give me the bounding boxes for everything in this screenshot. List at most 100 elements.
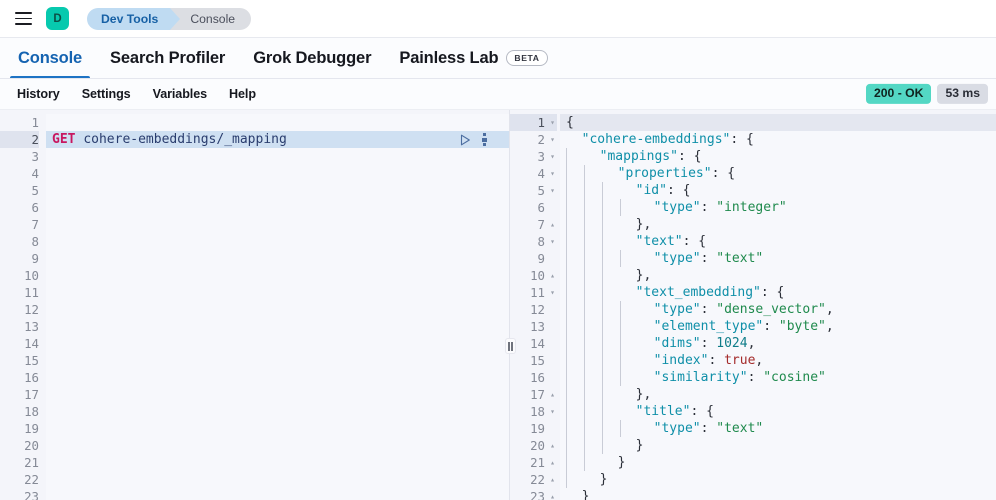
request-code-line[interactable] bbox=[46, 182, 509, 199]
response-code-line[interactable]: "cohere-embeddings": { bbox=[560, 131, 996, 148]
response-editor-pane[interactable]: 1 ▾ 2 ▾ 3 ▾ 4 ▾ 5 ▾ 6 7 ▴ 8 ▾ 9 10 ▴ 11 ▾ 12 13 14 15 16 17 ▴ 18 ▾ 19… bbox=[510, 110, 996, 500]
request-line-number: 1 bbox=[31, 115, 39, 130]
space-avatar[interactable]: D bbox=[46, 7, 69, 30]
response-code-line[interactable]: } bbox=[560, 437, 996, 454]
response-code-line[interactable]: "text_embedding": { bbox=[560, 284, 996, 301]
toolbar-item-variables[interactable]: Variables bbox=[142, 87, 218, 101]
response-code-line[interactable]: "index": true, bbox=[560, 352, 996, 369]
request-code-line[interactable] bbox=[46, 335, 509, 352]
request-code-line[interactable] bbox=[46, 403, 509, 420]
indent-guide bbox=[584, 454, 602, 471]
fold-open-icon[interactable]: ▾ bbox=[548, 182, 555, 199]
pane-resize-grip[interactable] bbox=[505, 338, 516, 354]
response-code-line[interactable]: "type": "text" bbox=[560, 250, 996, 267]
play-icon[interactable] bbox=[460, 134, 471, 146]
request-line-number: 21 bbox=[24, 455, 39, 470]
indent-guide bbox=[620, 352, 638, 369]
indent-guide bbox=[584, 182, 602, 199]
fold-close-icon[interactable]: ▴ bbox=[548, 437, 555, 454]
request-code-line[interactable] bbox=[46, 250, 509, 267]
fold-close-icon[interactable]: ▴ bbox=[548, 454, 555, 471]
indent-guide bbox=[584, 420, 602, 437]
indent-guide bbox=[602, 403, 620, 420]
response-code-line[interactable]: "mappings": { bbox=[560, 148, 996, 165]
request-code-line[interactable] bbox=[46, 148, 509, 165]
request-code-line[interactable] bbox=[46, 199, 509, 216]
request-code-line[interactable] bbox=[46, 488, 509, 500]
request-code-line[interactable] bbox=[46, 386, 509, 403]
response-line-number: 12 bbox=[530, 302, 545, 317]
response-code-line[interactable]: "type": "text" bbox=[560, 420, 996, 437]
response-code-line[interactable]: "type": "dense_vector", bbox=[560, 301, 996, 318]
request-code-line[interactable]: GET cohere-embeddings/_mapping bbox=[46, 131, 509, 148]
fold-close-icon[interactable]: ▴ bbox=[548, 471, 555, 488]
request-code-line[interactable] bbox=[46, 233, 509, 250]
request-code-line[interactable] bbox=[46, 369, 509, 386]
response-code-line[interactable]: "text": { bbox=[560, 233, 996, 250]
indent-guide bbox=[584, 352, 602, 369]
response-code-line[interactable]: } bbox=[560, 488, 996, 500]
indent-guide bbox=[620, 369, 638, 386]
tab-console[interactable]: Console bbox=[4, 38, 96, 78]
response-code-line[interactable]: "title": { bbox=[560, 403, 996, 420]
request-code-line[interactable] bbox=[46, 352, 509, 369]
response-code-line[interactable]: } bbox=[560, 471, 996, 488]
tab-grok-debugger[interactable]: Grok Debugger bbox=[239, 38, 385, 78]
request-code-line[interactable] bbox=[46, 437, 509, 454]
request-code-line[interactable] bbox=[46, 454, 509, 471]
fold-close-icon[interactable]: ▴ bbox=[548, 386, 555, 403]
line-actions-menu-icon[interactable] bbox=[482, 133, 487, 146]
response-line-number: 16 bbox=[530, 370, 545, 385]
response-code-line[interactable]: { bbox=[560, 114, 996, 131]
response-code-line[interactable]: }, bbox=[560, 216, 996, 233]
response-code-line[interactable]: }, bbox=[560, 386, 996, 403]
response-code-line[interactable]: }, bbox=[560, 267, 996, 284]
pane-resize-handle[interactable] bbox=[503, 110, 517, 500]
toolbar-item-help[interactable]: Help bbox=[218, 87, 267, 101]
request-code-line[interactable] bbox=[46, 114, 509, 131]
fold-open-icon[interactable]: ▾ bbox=[548, 148, 555, 165]
hamburger-menu-icon[interactable] bbox=[10, 6, 36, 32]
request-code-line[interactable] bbox=[46, 284, 509, 301]
response-code[interactable]: { "cohere-embeddings": { "mappings": { "… bbox=[560, 114, 996, 500]
request-code[interactable]: GET cohere-embeddings/_mapping bbox=[46, 114, 509, 500]
fold-open-icon[interactable]: ▾ bbox=[548, 114, 555, 131]
request-code-line[interactable] bbox=[46, 420, 509, 437]
request-code-line[interactable] bbox=[46, 216, 509, 233]
request-code-line[interactable] bbox=[46, 301, 509, 318]
toolbar-item-settings[interactable]: Settings bbox=[71, 87, 142, 101]
response-code-line[interactable]: "element_type": "byte", bbox=[560, 318, 996, 335]
fold-close-icon[interactable]: ▴ bbox=[548, 267, 555, 284]
request-code-line[interactable] bbox=[46, 318, 509, 335]
fold-open-icon[interactable]: ▾ bbox=[548, 403, 555, 420]
fold-open-icon[interactable]: ▾ bbox=[548, 165, 555, 182]
request-code-line[interactable] bbox=[46, 165, 509, 182]
toolbar-item-history[interactable]: History bbox=[6, 87, 71, 101]
tab-search-profiler[interactable]: Search Profiler bbox=[96, 38, 239, 78]
response-code-line[interactable]: } bbox=[560, 454, 996, 471]
fold-open-icon[interactable]: ▾ bbox=[548, 233, 555, 250]
indent-guide bbox=[566, 165, 584, 182]
response-status-group: 200 - OK 53 ms bbox=[865, 83, 988, 105]
fold-close-icon[interactable]: ▴ bbox=[548, 216, 555, 233]
response-code-line[interactable]: "dims": 1024, bbox=[560, 335, 996, 352]
indent-guide bbox=[584, 233, 602, 250]
fold-close-icon[interactable]: ▴ bbox=[548, 488, 555, 500]
request-line-number: 7 bbox=[31, 217, 39, 232]
tab-painless-lab[interactable]: Painless Lab BETA bbox=[385, 38, 561, 78]
breadcrumb-item-console[interactable]: Console bbox=[170, 7, 252, 30]
request-code-line[interactable] bbox=[46, 267, 509, 284]
breadcrumb-item-dev-tools[interactable]: Dev Tools bbox=[87, 7, 181, 30]
request-line-number: 3 bbox=[31, 149, 39, 164]
fold-open-icon[interactable]: ▾ bbox=[548, 284, 555, 301]
response-code-line[interactable]: "properties": { bbox=[560, 165, 996, 182]
request-editor-pane[interactable]: 1 2 3 4 5 6 7 8 9 10 11 12 13 14 15 16 17 18 19 20 21 22 23 GE… bbox=[0, 110, 510, 500]
response-code-line[interactable]: "id": { bbox=[560, 182, 996, 199]
response-code-line[interactable]: "type": "integer" bbox=[560, 199, 996, 216]
request-code-line[interactable] bbox=[46, 471, 509, 488]
request-line-number: 16 bbox=[24, 370, 39, 385]
indent-guide bbox=[566, 233, 584, 250]
response-code-line[interactable]: "similarity": "cosine" bbox=[560, 369, 996, 386]
fold-open-icon[interactable]: ▾ bbox=[548, 131, 555, 148]
indent-guide bbox=[584, 267, 602, 284]
